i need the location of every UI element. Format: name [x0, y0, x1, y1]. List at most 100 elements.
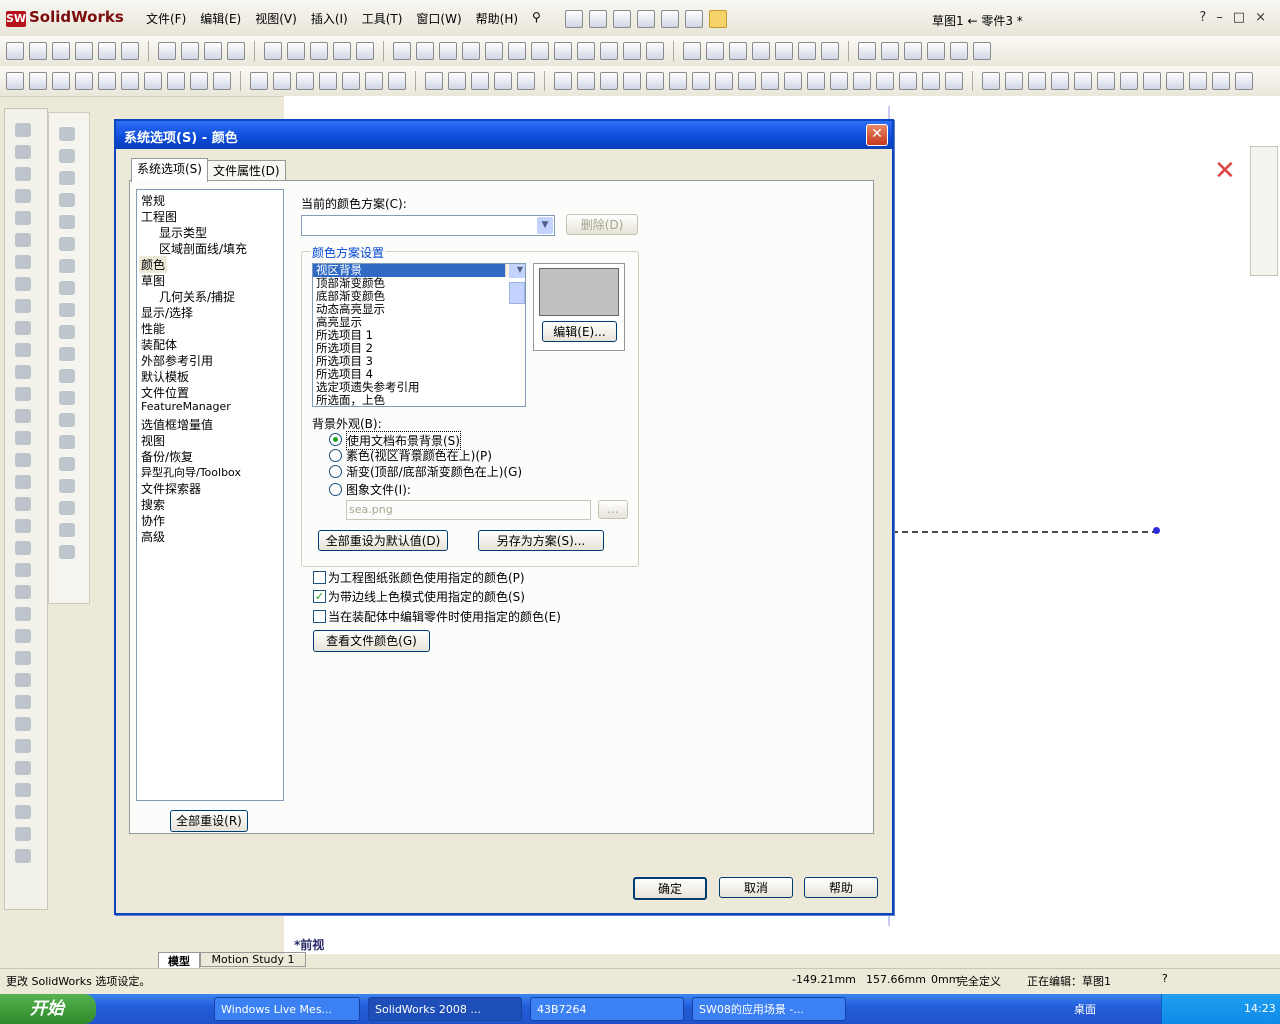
toolbar-tool-icon[interactable]	[1166, 72, 1184, 90]
delete-scheme-button[interactable]: 删除(D)	[566, 214, 638, 235]
toolbar-tool-icon[interactable]	[798, 42, 816, 60]
command-tool-icon[interactable]	[15, 541, 31, 555]
toolbar-tool-icon[interactable]	[1189, 72, 1207, 90]
command-tool-icon[interactable]	[15, 519, 31, 533]
command-tool-icon[interactable]	[59, 435, 75, 449]
toolbar-tool-icon[interactable]	[1120, 72, 1138, 90]
undo-icon[interactable]	[660, 10, 679, 28]
command-tool-icon[interactable]	[59, 149, 75, 163]
tab-document-properties[interactable]: 文件属性(D)	[207, 160, 286, 181]
command-tool-icon[interactable]	[59, 215, 75, 229]
edit-color-button[interactable]: 编辑(E)...	[542, 321, 617, 342]
command-tool-icon[interactable]	[59, 457, 75, 471]
toolbar-tool-icon[interactable]	[876, 72, 894, 90]
toolbar-tool-icon[interactable]	[706, 42, 724, 60]
tree-item-drawings[interactable]: 工程图	[141, 208, 177, 225]
minimize-button[interactable]: –	[1216, 10, 1223, 25]
command-tool-icon[interactable]	[15, 651, 31, 665]
menu-edit[interactable]: 编辑(E)	[200, 10, 241, 28]
toolbar-tool-icon[interactable]	[577, 42, 595, 60]
toolbar-tool-icon[interactable]	[167, 72, 185, 90]
print-icon[interactable]	[636, 10, 655, 28]
scroll-down-icon[interactable]: ▼	[509, 264, 525, 277]
image-file-input[interactable]: sea.png	[346, 500, 591, 520]
command-tool-icon[interactable]	[59, 523, 75, 537]
tree-item-assemblies[interactable]: 装配体	[141, 336, 177, 353]
command-tool-icon[interactable]	[15, 277, 31, 291]
toolbar-tool-icon[interactable]	[342, 72, 360, 90]
command-tool-icon[interactable]	[59, 127, 75, 141]
toolbar-tool-icon[interactable]	[853, 72, 871, 90]
toolbar-tool-icon[interactable]	[52, 42, 70, 60]
menu-help[interactable]: 帮助(H)	[476, 10, 518, 28]
save-icon[interactable]	[612, 10, 631, 28]
cancel-sketch-icon[interactable]: ✕	[1214, 156, 1236, 186]
toolbar-tool-icon[interactable]	[1051, 72, 1069, 90]
toolbar-tool-icon[interactable]	[287, 42, 305, 60]
open-folder-icon[interactable]	[588, 10, 607, 28]
toolbar-tool-icon[interactable]	[494, 72, 512, 90]
menu-insert[interactable]: 插入(I)	[311, 10, 348, 28]
toolbar-tool-icon[interactable]	[425, 72, 443, 90]
toolbar-tool-icon[interactable]	[729, 42, 747, 60]
command-tool-icon[interactable]	[59, 391, 75, 405]
checkbox-assembly-edit-color[interactable]	[313, 610, 326, 623]
toolbar-tool-icon[interactable]	[683, 42, 701, 60]
toolbar-tool-icon[interactable]	[752, 42, 770, 60]
toolbar-tool-icon[interactable]	[715, 72, 733, 90]
command-tool-icon[interactable]	[59, 303, 75, 317]
command-tool-icon[interactable]	[59, 545, 75, 559]
toolbar-tool-icon[interactable]	[899, 72, 917, 90]
command-tool-icon[interactable]	[15, 189, 31, 203]
toolbar-tool-icon[interactable]	[738, 72, 756, 90]
toolbar-tool-icon[interactable]	[121, 42, 139, 60]
toolbar-tool-icon[interactable]	[623, 72, 641, 90]
command-tool-icon[interactable]	[15, 827, 31, 841]
toolbar-tool-icon[interactable]	[973, 42, 991, 60]
toolbar-tool-icon[interactable]	[213, 72, 231, 90]
toolbar-tool-icon[interactable]	[204, 42, 222, 60]
command-tool-icon[interactable]	[15, 585, 31, 599]
toolbar-tool-icon[interactable]	[98, 72, 116, 90]
radio-image-file[interactable]	[329, 483, 342, 496]
toolbar-tool-icon[interactable]	[98, 42, 116, 60]
radio-document-scene[interactable]	[329, 433, 342, 446]
toolbar-tool-icon[interactable]	[508, 42, 526, 60]
command-tool-icon[interactable]	[59, 281, 75, 295]
toolbar-tool-icon[interactable]	[6, 42, 24, 60]
tree-item-relations-snaps[interactable]: 几何关系/捕捉	[159, 288, 235, 305]
toolbar-tool-icon[interactable]	[121, 72, 139, 90]
toolbar-tool-icon[interactable]	[356, 42, 374, 60]
toolbar-tool-icon[interactable]	[273, 72, 291, 90]
radio-plain-label[interactable]: 素色(视区背景颜色在上)(P)	[346, 447, 492, 464]
command-tool-icon[interactable]	[15, 563, 31, 577]
rebuild-icon[interactable]	[684, 10, 703, 28]
radio-gradient-label[interactable]: 渐变(顶部/底部渐变颜色在上)(G)	[346, 463, 522, 480]
browse-button[interactable]: ...	[598, 500, 628, 519]
command-tool-icon[interactable]	[15, 497, 31, 511]
tree-item-performance[interactable]: 性能	[141, 320, 165, 337]
toolbar-tool-icon[interactable]	[1235, 72, 1253, 90]
command-tool-icon[interactable]	[15, 387, 31, 401]
list-item[interactable]: 所选面，上色	[313, 394, 525, 407]
toolbar-tool-icon[interactable]	[950, 42, 968, 60]
tree-item-general[interactable]: 常规	[141, 192, 165, 209]
toolbar-tool-icon[interactable]	[471, 72, 489, 90]
toolbar-tool-icon[interactable]	[29, 72, 47, 90]
tree-item-external-references[interactable]: 外部参考引用	[141, 352, 213, 369]
toolbar-tool-icon[interactable]	[646, 42, 664, 60]
command-tool-icon[interactable]	[15, 211, 31, 225]
help-icon[interactable]: ?	[1199, 10, 1206, 25]
toolbar-tool-icon[interactable]	[388, 72, 406, 90]
tree-item-display-selection[interactable]: 显示/选择	[141, 304, 193, 321]
tree-item-spin-box[interactable]: 选值框增量值	[141, 416, 213, 433]
toolbar-tool-icon[interactable]	[365, 72, 383, 90]
toolbar-tool-icon[interactable]	[158, 42, 176, 60]
command-tool-icon[interactable]	[15, 739, 31, 753]
toolbar-tool-icon[interactable]	[310, 42, 328, 60]
command-tool-icon[interactable]	[15, 673, 31, 687]
reset-all-button[interactable]: 全部重设(R)	[170, 810, 248, 832]
radio-gradient[interactable]	[329, 465, 342, 478]
tree-item-collaboration[interactable]: 协作	[141, 512, 165, 529]
scroll-thumb[interactable]	[509, 282, 525, 304]
